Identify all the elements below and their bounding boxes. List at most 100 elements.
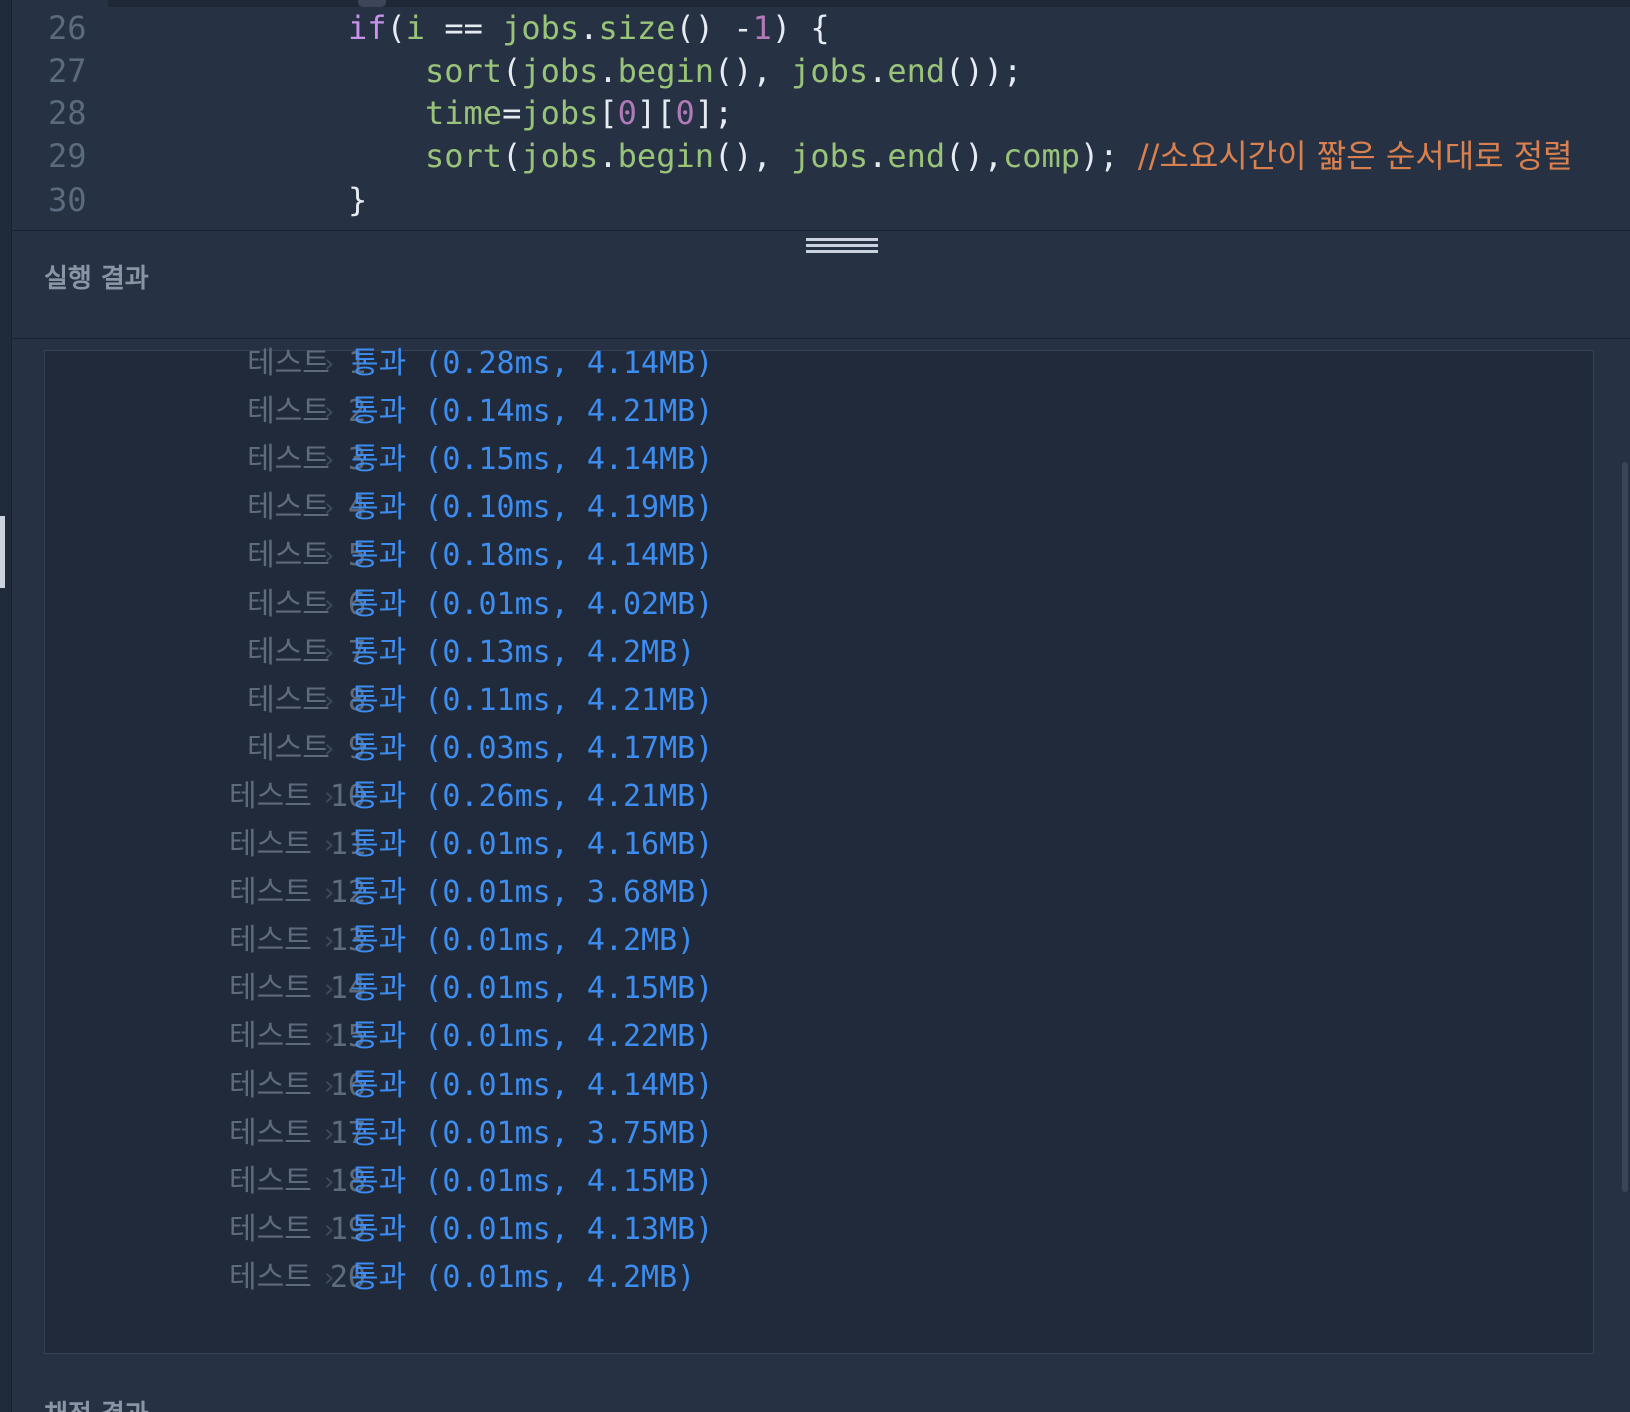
code-text: sort(jobs.begin(), jobs.end()); <box>425 49 1022 93</box>
test-label-word: 테스트 <box>229 827 312 862</box>
test-label: 테스트 13 <box>229 916 366 966</box>
code-token: ()); <box>945 52 1023 90</box>
test-label: 테스트 20 <box>229 1253 366 1303</box>
code-token: ( <box>386 9 406 47</box>
code-token: comp <box>1002 137 1081 175</box>
test-result-row[interactable]: 테스트 1 › 통과 (0.28ms, 4.14MB) <box>45 339 1593 389</box>
test-result-text: 통과 (0.10ms, 4.19MB) <box>351 483 713 533</box>
code-token: jobs <box>502 9 580 47</box>
test-result-row[interactable]: 테스트 3 › 통과 (0.15ms, 4.14MB) <box>45 435 1593 485</box>
test-result-row[interactable]: 테스트 5 › 통과 (0.18ms, 4.14MB) <box>45 531 1593 581</box>
test-result-row[interactable]: 테스트 13 › 통과 (0.01ms, 4.2MB) <box>45 916 1593 966</box>
chevron-right-icon: › <box>324 1118 335 1149</box>
test-result-row[interactable]: 테스트 7 › 통과 (0.13ms, 4.2MB) <box>45 628 1593 678</box>
test-metrics: (0.01ms, 4.2MB) <box>424 923 696 959</box>
pass-status: 통과 <box>351 1259 407 1295</box>
test-label-word: 테스트 <box>247 394 330 430</box>
code-token: (), <box>713 52 792 90</box>
code-line[interactable]: 27 sort(jobs.begin(), jobs.end()); <box>12 49 1630 93</box>
code-token: 0 <box>617 94 637 132</box>
test-result-row[interactable]: 테스트 20 › 통과 (0.01ms, 4.2MB) <box>45 1253 1593 1303</box>
test-label-word: 테스트 <box>247 538 330 574</box>
test-result-text: 통과 (0.01ms, 4.14MB) <box>351 1061 713 1111</box>
code-token: . <box>598 137 618 175</box>
test-result-row[interactable]: 테스트 11 › 통과 (0.01ms, 4.16MB) <box>45 820 1593 870</box>
test-result-row[interactable]: 테스트 18 › 통과 (0.01ms, 4.15MB) <box>45 1157 1593 1207</box>
test-result-row[interactable]: 테스트 9 › 통과 (0.03ms, 4.17MB) <box>45 724 1593 774</box>
test-metrics: (0.18ms, 4.14MB) <box>424 538 714 574</box>
test-label-word: 테스트 <box>247 490 330 526</box>
code-token: == <box>425 9 503 47</box>
code-line[interactable]: 26 if(i == jobs.size() -1) { <box>12 6 1630 50</box>
code-line[interactable]: 30} <box>12 178 1630 222</box>
test-result-text: 통과 (0.28ms, 4.14MB) <box>351 339 713 389</box>
line-number: 27 <box>48 52 87 90</box>
test-label: 테스트 16 <box>229 1061 366 1111</box>
test-label: 테스트 10 <box>229 772 366 822</box>
code-text: sort(jobs.begin(), jobs.end(),comp); //소… <box>425 134 1573 178</box>
test-result-row[interactable]: 테스트 15 › 통과 (0.01ms, 4.22MB) <box>45 1012 1593 1062</box>
test-metrics: (0.01ms, 4.15MB) <box>424 1163 714 1199</box>
chevron-right-icon: › <box>324 349 335 379</box>
code-text: } <box>348 178 367 222</box>
line-number: 29 <box>48 137 87 175</box>
code-editor[interactable]: 26 if(i == jobs.size() -1) {27 sort(jobs.b… <box>12 0 1630 231</box>
chevron-right-icon: › <box>324 541 335 572</box>
pass-status: 통과 <box>351 778 407 814</box>
test-metrics: (0.01ms, 4.16MB) <box>424 827 714 862</box>
line-number: 26 <box>48 9 87 47</box>
code-token: sort <box>425 137 503 175</box>
test-label: 테스트 6 <box>247 580 366 630</box>
test-label: 테스트 18 <box>229 1157 366 1207</box>
code-token: i <box>405 9 426 47</box>
test-result-row[interactable]: 테스트 6 › 통과 (0.01ms, 4.02MB) <box>45 580 1593 630</box>
test-label-word: 테스트 <box>229 1067 312 1103</box>
test-result-row[interactable]: 테스트 12 › 통과 (0.01ms, 3.68MB) <box>45 868 1593 918</box>
pass-status: 통과 <box>351 1163 407 1199</box>
test-result-row[interactable]: 테스트 4 › 통과 (0.10ms, 4.19MB) <box>45 483 1593 533</box>
test-result-row[interactable]: 테스트 10 › 통과 (0.26ms, 4.21MB) <box>45 772 1593 822</box>
chevron-right-icon: › <box>324 1214 335 1245</box>
pass-status: 통과 <box>351 538 407 574</box>
code-token: end <box>887 137 946 175</box>
test-label: 테스트 8 <box>247 676 366 726</box>
test-label-word: 테스트 <box>229 1259 312 1295</box>
panel-resize-handle[interactable] <box>0 516 5 588</box>
pass-status: 통과 <box>351 875 407 911</box>
code-token: begin <box>617 137 714 175</box>
code-line[interactable]: 28 time=jobs[0][0]; <box>12 91 1630 135</box>
test-result-text: 통과 (0.01ms, 4.16MB) <box>351 820 713 870</box>
chevron-right-icon: › <box>324 781 335 812</box>
test-label-word: 테스트 <box>247 442 330 478</box>
pass-status: 통과 <box>351 682 407 718</box>
test-result-row[interactable]: 테스트 8 › 통과 (0.11ms, 4.21MB) <box>45 676 1593 726</box>
code-token: jobs <box>521 137 599 175</box>
test-metrics: (0.28ms, 4.14MB) <box>424 346 714 381</box>
chevron-right-icon: › <box>324 1262 335 1293</box>
test-result-row[interactable]: 테스트 14 › 통과 (0.01ms, 4.15MB) <box>45 964 1593 1014</box>
chevron-right-icon: › <box>324 926 335 957</box>
code-line[interactable]: 29 sort(jobs.begin(), jobs.end(),comp); /… <box>12 134 1630 178</box>
test-label-word: 테스트 <box>247 586 330 622</box>
code-token: ); <box>1080 137 1138 175</box>
test-metrics: (0.10ms, 4.19MB) <box>424 490 714 526</box>
chevron-right-icon: › <box>324 445 335 476</box>
test-label-word: 테스트 <box>247 634 330 670</box>
drag-handle-icon[interactable] <box>806 238 878 256</box>
test-metrics: (0.01ms, 3.68MB) <box>424 875 714 911</box>
test-metrics: (0.01ms, 4.14MB) <box>424 1067 714 1103</box>
test-metrics: (0.11ms, 4.21MB) <box>424 682 714 718</box>
code-token: ) { <box>771 9 830 47</box>
pass-status: 통과 <box>351 1019 407 1055</box>
line-number: 28 <box>48 94 87 132</box>
code-token: . <box>598 52 618 90</box>
test-result-row[interactable]: 테스트 19 › 통과 (0.01ms, 4.13MB) <box>45 1205 1593 1255</box>
pass-status: 통과 <box>351 827 407 862</box>
test-label: 테스트 2 <box>247 387 366 437</box>
vertical-scrollbar[interactable] <box>1622 462 1628 1192</box>
test-result-row[interactable]: 테스트 16 › 통과 (0.01ms, 4.14MB) <box>45 1061 1593 1111</box>
test-result-row[interactable]: 테스트 2 › 통과 (0.14ms, 4.21MB) <box>45 387 1593 437</box>
code-token: } <box>348 181 368 219</box>
code-token: jobs <box>521 52 599 90</box>
test-result-row[interactable]: 테스트 17 › 통과 (0.01ms, 3.75MB) <box>45 1109 1593 1159</box>
